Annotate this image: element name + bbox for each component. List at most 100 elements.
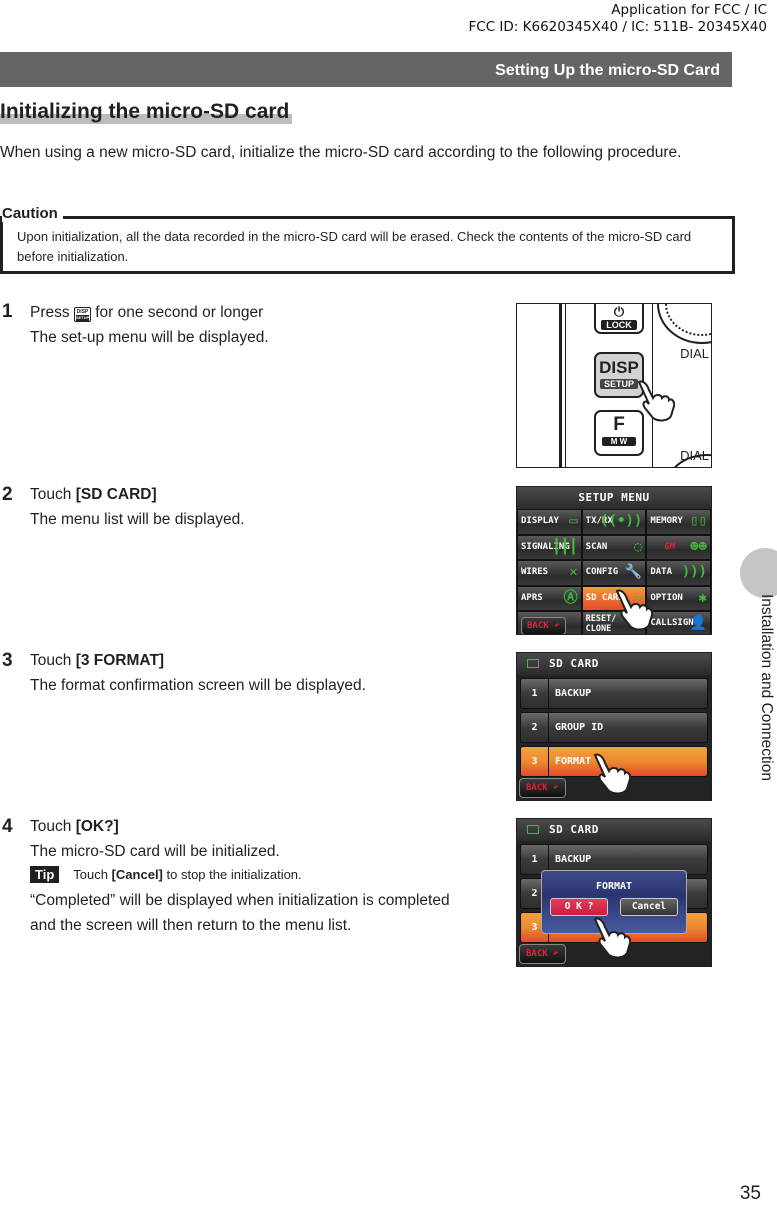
tip-badge: Tip [30, 866, 60, 883]
step-1-verb: Press [30, 304, 70, 321]
row-label: FORMAT [555, 756, 592, 767]
back-arrow-icon: ↶ [553, 783, 559, 793]
pointing-hand-icon [593, 753, 631, 795]
folder-icon [527, 825, 539, 834]
format-dialog-screen: SD CARD 1 BACKUP 2 3 BACK ↶ FORMAT O K ?… [516, 818, 712, 967]
sd-card-title-bar: SD CARD [517, 819, 711, 841]
back-label: BACK [526, 783, 548, 793]
step-4-target: [OK?] [75, 818, 119, 835]
back-label: BACK [527, 621, 549, 631]
page-number: 35 [739, 1183, 761, 1204]
tip-suffix: to stop the initialization. [166, 867, 302, 882]
step-3-action: Touch [3 FORMAT] [30, 648, 460, 673]
setup-menu-item-config[interactable]: CONFIG 🔧 [581, 560, 647, 586]
step-1-number: 1 [2, 301, 13, 322]
menu-row-backup[interactable]: 1 BACKUP [520, 678, 708, 709]
tip-target: [Cancel] [111, 867, 163, 882]
pointing-hand-icon [593, 917, 631, 959]
fcc-line-1: Application for FCC / IC [611, 2, 767, 18]
heading-text: Initializing the micro-SD card [0, 100, 290, 123]
pointing-hand-icon [637, 380, 675, 422]
wires-icon: ✕ [569, 564, 578, 580]
setup-menu-item-callsign[interactable]: CALLSIGN 👤 [646, 611, 711, 634]
section-title-bar: Setting Up the micro-SD Card [0, 52, 732, 87]
row-number: 3 [521, 747, 549, 776]
back-button[interactable]: BACK ↶ [519, 944, 566, 964]
step-1-result: The set-up menu will be displayed. [30, 329, 269, 346]
step-3-target: [3 FORMAT] [75, 652, 165, 669]
setup-menu-item-display[interactable]: DISPLAY ▭ [517, 509, 582, 535]
book-icon: ▯▯ [690, 513, 707, 529]
step-2-number: 2 [2, 484, 13, 505]
caution-label: Caution [2, 205, 63, 222]
sd-card-menu-screen: SD CARD 1 BACKUP 2 GROUP ID 3 FORMAT BAC… [516, 652, 712, 801]
group-users-icon: ☻☻ [690, 538, 707, 555]
step-2-target: [SD CARD] [75, 486, 157, 503]
scan-circle-icon: ◌ [633, 538, 643, 555]
setup-menu-item-option[interactable]: OPTION ✱ [646, 585, 711, 611]
step-4-action: Touch [OK?] [30, 814, 450, 839]
step-2: Touch [SD CARD] The menu list will be di… [30, 482, 460, 532]
setup-menu-item-scan[interactable]: SCAN ◌ [581, 534, 647, 560]
step-1-suffix: for one second or longer [95, 304, 264, 321]
dial-label-bottom: DIAL [680, 448, 709, 463]
setup-menu-item-aprs[interactable]: APRS Ⓐ [517, 585, 582, 611]
setup-menu-item-signaling[interactable]: SIGNALING ┃┃┃ [517, 534, 582, 560]
setup-menu-item-data[interactable]: DATA))) [646, 560, 711, 586]
menu-item-label: APRS [521, 592, 543, 603]
fcc-header: Application for FCC / IC FCC ID: K662034… [469, 2, 767, 36]
ok-button[interactable]: O K ? [550, 898, 608, 916]
sd-card-title-bar: SD CARD [517, 653, 711, 675]
setup-menu-item-tx-rx[interactable]: TX/RX ((•)) [581, 509, 647, 535]
menu-item-label: CALLSIGN [650, 618, 694, 628]
power-icon: ⏻ [613, 304, 625, 319]
dialog-buttons: O K ? Cancel [542, 892, 686, 916]
radio-buttons-figure: ⏻ LOCK DISP SETUP F M W DIAL DIAL [516, 303, 712, 468]
fcc-line-2: FCC ID: K6620345X40 / IC: 511B- 20345X40 [468, 19, 767, 35]
setup-menu-title: SETUP MENU [517, 487, 711, 509]
aprs-globe-icon: Ⓐ [563, 589, 578, 606]
step-4-verb: Touch [30, 818, 72, 835]
step-1-action: Press DISP SETUP for one second or longer [30, 300, 460, 325]
menu-item-label: CONFIG [585, 567, 619, 577]
mw-label: M W [602, 437, 636, 446]
lock-button[interactable]: ⏻ LOCK [594, 304, 644, 334]
step-2-verb: Touch [30, 486, 72, 503]
bottom-bar: BACK ↶ [519, 777, 566, 798]
setup-menu-item-gm[interactable]: GM ☻☻ [646, 534, 711, 560]
menu-item-label: GM [664, 541, 676, 552]
step-3-number: 3 [2, 650, 13, 671]
menu-item-label: OPTION [650, 592, 683, 603]
caution-text: Upon initialization, all the data record… [17, 229, 692, 264]
setup-menu-item-wires[interactable]: WIRES ✕ [517, 560, 582, 586]
back-button[interactable]: BACK ↶ [521, 617, 566, 634]
menu-item-label: DISPLAY [521, 516, 559, 526]
sd-card-title: SD CARD [549, 657, 599, 670]
person-icon: 👤 [689, 615, 707, 631]
step-2-action: Touch [SD CARD] [30, 482, 460, 507]
tip: Tip Touch [Cancel] to stop the initializa… [30, 865, 450, 885]
radio-edge-line-2 [565, 304, 566, 467]
chapter-tab-label: Installation and Connection [758, 594, 775, 781]
row-label: BACKUP [555, 688, 592, 699]
lock-label: LOCK [601, 320, 637, 330]
tip-verb: Touch [73, 867, 108, 882]
setup-menu-item-back[interactable]: BACK ↶ [517, 611, 582, 634]
gears-icon: ✱ [698, 589, 707, 606]
bottom-bar: BACK ↶ [519, 943, 566, 964]
step-2-result: The menu list will be displayed. [30, 511, 245, 528]
setup-menu-item-memory[interactable]: MEMORY ▯▯ [646, 509, 711, 535]
step-4-note: “Completed” will be displayed when initi… [30, 892, 450, 934]
back-button[interactable]: BACK ↶ [519, 778, 566, 798]
menu-row-group-id[interactable]: 2 GROUP ID [520, 712, 708, 743]
cancel-button[interactable]: Cancel [620, 898, 678, 916]
row-label: GROUP ID [555, 722, 604, 733]
back-label: BACK [526, 949, 548, 959]
menu-item-label: SCAN [585, 541, 608, 552]
step-4: Touch [OK?] The micro-SD card will be in… [30, 814, 450, 938]
dialog-title: FORMAT [595, 881, 633, 892]
radio-edge-line [559, 304, 562, 467]
back-arrow-icon: ↶ [548, 621, 560, 631]
monitor-icon: ▭ [569, 513, 578, 529]
dial-label-top: DIAL [680, 346, 709, 361]
